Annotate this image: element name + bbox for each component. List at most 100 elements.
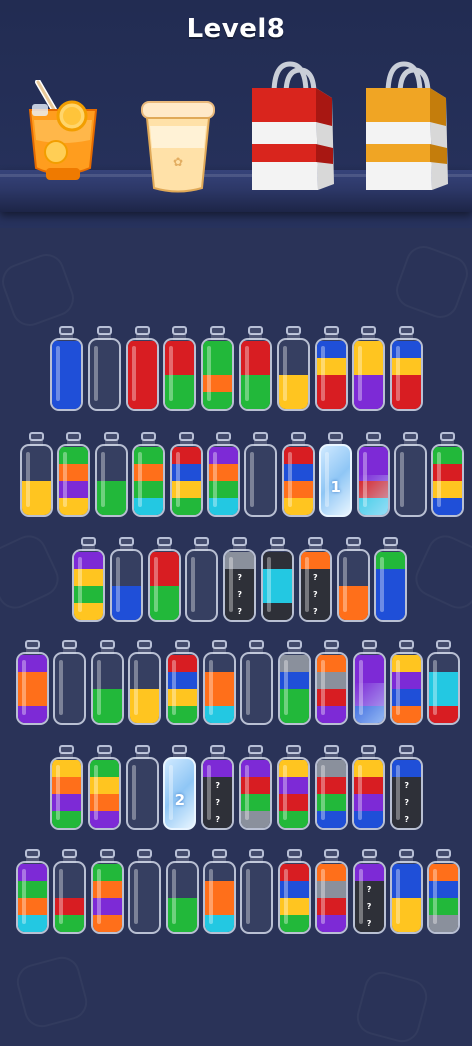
bottle[interactable] <box>240 640 274 726</box>
bottle[interactable] <box>109 537 143 623</box>
bottle[interactable] <box>53 640 87 726</box>
bottle[interactable]: ??? <box>352 849 386 935</box>
bottle-shine <box>246 660 251 715</box>
bottle[interactable] <box>281 432 315 518</box>
bottle-shine <box>93 765 98 820</box>
bottle-shine <box>59 869 64 924</box>
bottle[interactable] <box>201 326 235 412</box>
bottle-shine <box>115 557 120 612</box>
bottle[interactable] <box>50 326 83 412</box>
bottle-body <box>244 444 278 517</box>
bottle[interactable] <box>20 432 53 518</box>
bottle-body <box>390 338 424 411</box>
bottle[interactable] <box>356 432 390 518</box>
bottle[interactable] <box>207 432 240 518</box>
bottle-body <box>147 549 181 622</box>
bottle[interactable] <box>394 432 427 518</box>
bottle[interactable] <box>239 745 272 831</box>
bottle-shine <box>213 452 217 507</box>
bottle[interactable] <box>87 745 121 831</box>
bottle-shine <box>358 660 363 715</box>
bottle-shine <box>78 557 82 612</box>
bottle[interactable] <box>163 326 197 412</box>
frozen-bottle[interactable]: 1 <box>319 432 353 518</box>
bottle-body <box>281 444 315 517</box>
bottle[interactable] <box>87 326 121 412</box>
bottle-body <box>390 652 423 725</box>
orange-juice-cup-icon <box>20 79 105 190</box>
bottle[interactable] <box>128 640 162 726</box>
bottle[interactable]: ??? <box>223 537 257 623</box>
background-bottle-shape <box>390 240 472 324</box>
bottle[interactable] <box>169 432 203 518</box>
bottle-shine <box>245 765 249 820</box>
bottle[interactable] <box>276 745 310 831</box>
bottle-shine <box>320 346 325 401</box>
bottle-shine <box>191 557 196 612</box>
bottle-shine <box>171 869 176 924</box>
bottle-shine <box>396 765 401 820</box>
bottle[interactable] <box>50 745 83 831</box>
bottle-shine <box>304 557 309 612</box>
bottle[interactable]: ??? <box>390 745 424 831</box>
bottle[interactable] <box>390 849 423 935</box>
bottle-body <box>390 861 423 934</box>
bottle[interactable] <box>72 537 105 623</box>
bottle-body <box>87 338 121 411</box>
bottle-shine <box>282 346 287 401</box>
bottle[interactable]: ??? <box>201 745 235 831</box>
bottle[interactable] <box>165 849 199 935</box>
bottle-body <box>57 444 91 517</box>
bottle[interactable] <box>203 640 236 726</box>
bottle[interactable] <box>128 849 162 935</box>
bottle[interactable] <box>90 849 124 935</box>
bottle[interactable]: ??? <box>298 537 332 623</box>
bottle[interactable] <box>132 432 166 518</box>
bottle-shine <box>396 346 401 401</box>
bottle[interactable] <box>244 432 278 518</box>
bottle[interactable] <box>427 849 461 935</box>
bottle[interactable] <box>239 326 272 412</box>
bottle[interactable] <box>427 640 461 726</box>
bottle[interactable] <box>125 745 159 831</box>
bottle-body <box>314 338 348 411</box>
bottle[interactable] <box>315 849 349 935</box>
background-bottle-shape <box>409 529 472 615</box>
bottle-shine <box>358 346 363 401</box>
bottle[interactable] <box>147 537 181 623</box>
bottle[interactable] <box>390 640 423 726</box>
bottle[interactable] <box>125 326 159 412</box>
bottle-shine <box>342 557 347 612</box>
bottle[interactable] <box>261 537 294 623</box>
bottle[interactable] <box>203 849 236 935</box>
bottle-body <box>239 338 272 411</box>
bottle[interactable] <box>352 326 386 412</box>
bottle-body <box>185 549 219 622</box>
bottle[interactable] <box>94 432 128 518</box>
bottle[interactable] <box>352 745 386 831</box>
bottle[interactable] <box>315 640 349 726</box>
frozen-bottle[interactable]: 2 <box>163 745 197 831</box>
bottle[interactable] <box>240 849 274 935</box>
bottle[interactable] <box>374 537 408 623</box>
bottle[interactable] <box>431 432 465 518</box>
background-bottle-shape <box>0 248 80 332</box>
bottle[interactable] <box>165 640 199 726</box>
bottle[interactable] <box>185 537 219 623</box>
bottle[interactable] <box>276 326 310 412</box>
bottle[interactable] <box>314 745 348 831</box>
bottle[interactable] <box>314 326 348 412</box>
bottle[interactable] <box>16 640 49 726</box>
bottle[interactable] <box>16 849 49 935</box>
bottle[interactable] <box>53 849 87 935</box>
bottle[interactable] <box>277 640 311 726</box>
bottle[interactable] <box>352 640 386 726</box>
bottle-shine <box>63 452 68 507</box>
bottle[interactable] <box>90 640 124 726</box>
bottle[interactable] <box>390 326 424 412</box>
bottle[interactable] <box>57 432 91 518</box>
bottle-body <box>128 652 162 725</box>
bottle[interactable] <box>277 849 311 935</box>
background-bottle-shape <box>0 529 65 615</box>
bottle[interactable] <box>336 537 370 623</box>
